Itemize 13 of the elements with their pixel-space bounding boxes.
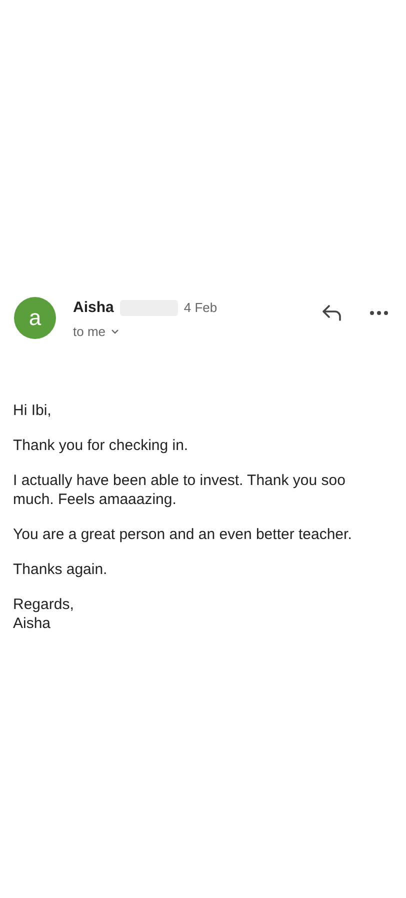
recipient-label: to me [73, 324, 106, 339]
sender-name: Aisha [73, 299, 114, 316]
body-paragraph: Thanks again. [13, 560, 108, 579]
body-paragraph: Thank you for checking in. [13, 436, 190, 455]
body-paragraph: You are a great person and an even better teacher. [13, 525, 353, 544]
reply-icon[interactable] [322, 305, 342, 321]
avatar: a [14, 297, 56, 339]
body-paragraph: Regards, Aisha [13, 595, 75, 633]
body-paragraph: I actually have been able to invest. Thank you soo much. Feels amaaazing. [13, 471, 346, 509]
body-paragraph: Hi Ibi, [13, 401, 52, 420]
chevron-down-icon[interactable] [110, 329, 119, 334]
more-icon[interactable] [370, 311, 388, 315]
message-date: 4 Feb [184, 300, 218, 315]
